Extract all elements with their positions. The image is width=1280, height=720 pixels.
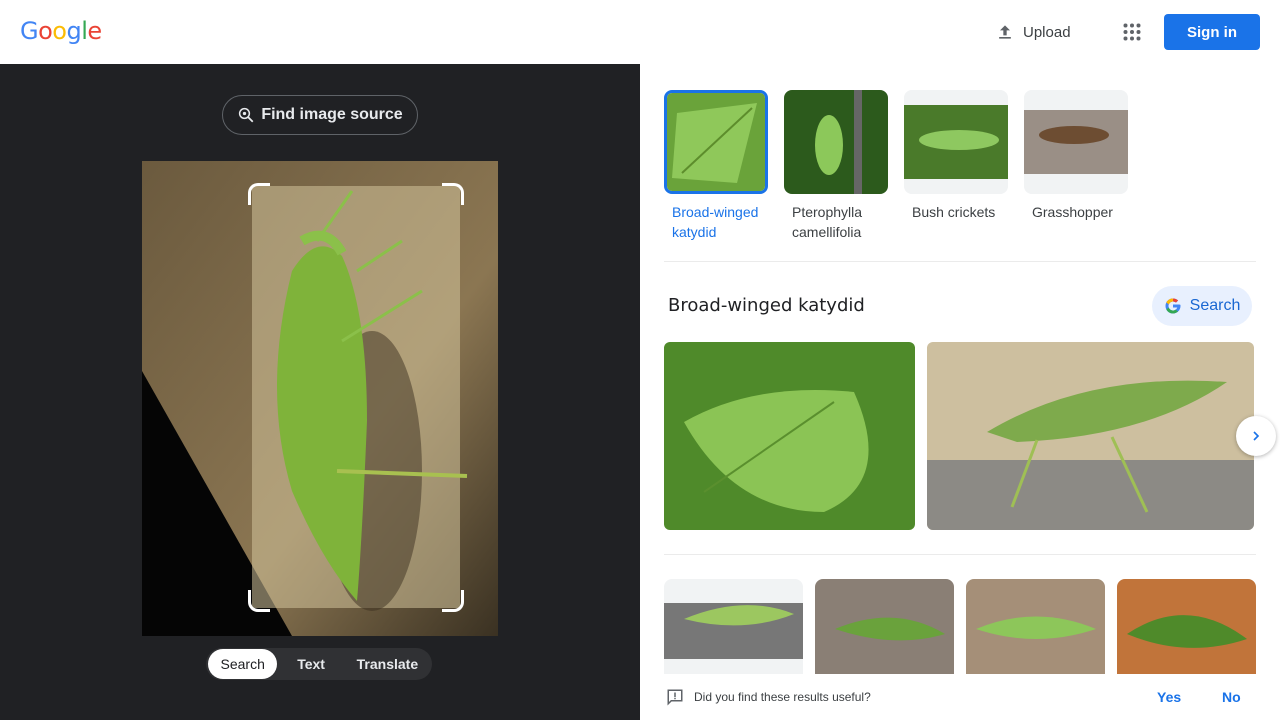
- chip-label: Bush crickets: [912, 204, 996, 220]
- leaf-thumbnail: [667, 93, 765, 191]
- google-search-button[interactable]: Search: [1152, 286, 1252, 326]
- katydid-image: [815, 579, 954, 679]
- chip-label: Pterophylla camellifolia: [792, 204, 863, 240]
- chip-thumbnail: [664, 90, 768, 194]
- related-chip[interactable]: Grasshopper: [1024, 90, 1136, 222]
- related-chip[interactable]: Broad-winged katydid: [664, 90, 776, 242]
- google-search-label: Search: [1189, 297, 1241, 314]
- logo-letter: o: [38, 17, 53, 45]
- upload-label: Upload: [1023, 23, 1071, 41]
- result-image[interactable]: [966, 579, 1105, 679]
- feedback-no-button[interactable]: No: [1222, 689, 1241, 705]
- feedback-yes-button[interactable]: Yes: [1157, 689, 1181, 705]
- google-g-icon: [1165, 298, 1181, 314]
- google-apps-button[interactable]: [1116, 16, 1148, 48]
- crop-corner-top-right[interactable]: [442, 183, 464, 205]
- result-image[interactable]: [664, 579, 803, 679]
- logo-letter: e: [87, 17, 102, 45]
- upload-button[interactable]: Upload: [985, 15, 1081, 49]
- sign-in-button[interactable]: Sign in: [1164, 14, 1260, 50]
- results-panel: Broad-winged katydid Pterophylla camelli…: [640, 64, 1280, 720]
- logo-letter: g: [66, 17, 82, 45]
- logo-letter: G: [20, 17, 39, 45]
- image-preview-panel: Find image source Search Text Translate: [0, 64, 640, 720]
- chevron-right-icon: [1253, 431, 1260, 441]
- chip-label: Broad-winged katydid: [672, 204, 759, 240]
- tab-translate[interactable]: Translate: [345, 649, 430, 679]
- feedback-question: Did you find these results useful?: [694, 690, 871, 704]
- mode-switcher: Search Text Translate: [206, 648, 432, 680]
- katydid-image: [664, 579, 803, 679]
- feedback-bar: Did you find these results useful? Yes N…: [640, 674, 1280, 720]
- result-image[interactable]: [664, 342, 915, 530]
- uploaded-photo: [142, 161, 498, 636]
- chip-label: Grasshopper: [1032, 204, 1113, 220]
- chip-thumbnail: [904, 90, 1008, 194]
- feedback-icon: [667, 689, 683, 706]
- insect-thumbnail: [784, 90, 888, 194]
- logo-letter: o: [52, 17, 67, 45]
- divider: [664, 261, 1256, 262]
- chip-thumbnail: [784, 90, 888, 194]
- result-image[interactable]: [815, 579, 954, 679]
- tab-text[interactable]: Text: [277, 649, 344, 679]
- top-bar: Google Upload Sign in: [0, 0, 1280, 64]
- google-logo[interactable]: Google: [20, 17, 102, 45]
- related-chip[interactable]: Bush crickets: [904, 90, 1016, 222]
- next-button[interactable]: [1236, 416, 1276, 456]
- leaf-image: [664, 342, 915, 530]
- chip-thumbnail: [1024, 90, 1128, 194]
- find-image-source-label: Find image source: [261, 106, 403, 123]
- katydid-image: [966, 579, 1105, 679]
- section-title: Broad-winged katydid: [668, 295, 865, 316]
- apps-grid-icon: [1123, 23, 1141, 41]
- insect-thumbnail: [1024, 90, 1128, 194]
- insect-thumbnail: [904, 90, 1008, 194]
- tab-search[interactable]: Search: [208, 649, 278, 679]
- result-image[interactable]: [927, 342, 1254, 530]
- lens-search-icon: [239, 107, 254, 123]
- katydid-image: [927, 342, 1254, 530]
- crop-corner-top-left[interactable]: [248, 183, 270, 205]
- result-image[interactable]: [1117, 579, 1256, 679]
- katydid-photo: [142, 161, 498, 636]
- crop-corner-bottom-left[interactable]: [248, 590, 270, 612]
- related-chip[interactable]: Pterophylla camellifolia: [784, 90, 896, 242]
- upload-icon: [999, 25, 1011, 39]
- divider: [664, 554, 1256, 555]
- katydid-image: [1117, 579, 1256, 679]
- crop-corner-bottom-right[interactable]: [442, 590, 464, 612]
- find-image-source-button[interactable]: Find image source: [222, 95, 418, 135]
